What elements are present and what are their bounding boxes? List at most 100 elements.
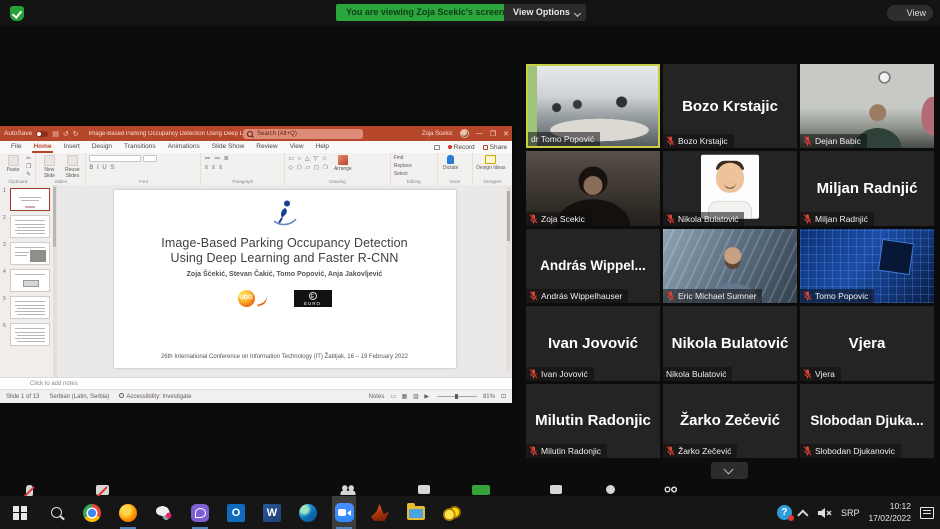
action-center-icon[interactable] xyxy=(920,507,934,519)
ppt-tab-review[interactable]: Review xyxy=(250,141,283,153)
find-button[interactable]: Find xyxy=(394,155,412,161)
autosave-toggle[interactable] xyxy=(36,131,48,137)
taskbar-outlook-icon[interactable]: O xyxy=(224,496,248,529)
undo-icon[interactable]: ↺ xyxy=(63,130,69,138)
reactions-icon[interactable] xyxy=(606,485,615,494)
security-shield-icon[interactable] xyxy=(10,6,24,21)
share-screen-icon[interactable] xyxy=(472,485,490,495)
slide-1-title-slide[interactable]: Image-Based Parking Occupancy Detection … xyxy=(114,190,456,368)
new-slide-button[interactable]: New Slide xyxy=(39,155,59,179)
chat-icon[interactable] xyxy=(418,485,430,494)
copy-icon[interactable]: ❐ xyxy=(26,163,32,170)
taskbar-matlab-icon[interactable] xyxy=(368,496,392,529)
gallery-next-page-button[interactable] xyxy=(711,462,748,479)
muted-speaker-icon[interactable] xyxy=(818,507,832,519)
ppt-tab-animations[interactable]: Animations xyxy=(162,141,206,153)
thumbnail-preview[interactable] xyxy=(10,323,50,346)
slide-thumbnail[interactable]: 1 xyxy=(3,188,54,211)
participant-tile[interactable]: Žarko ZečevićŽarko Zečević xyxy=(663,384,797,459)
ppt-tab-insert[interactable]: Insert xyxy=(58,141,86,153)
clock[interactable]: 10:12 17/02/2022 xyxy=(868,501,911,524)
paste-button[interactable]: Paste xyxy=(3,155,23,173)
zoom-slider[interactable] xyxy=(437,396,477,397)
account-name[interactable]: Zoja Scekic xyxy=(422,131,453,137)
participant-tile[interactable]: VjeraVjera xyxy=(800,306,934,381)
slide-thumbnail[interactable]: 4 xyxy=(3,269,54,292)
participant-tile[interactable]: Milutin RadonjicMilutin Radonjic xyxy=(526,384,660,459)
participant-tile[interactable]: dr Tomo Popović xyxy=(526,64,660,148)
reuse-slides-button[interactable]: Reuse Slides xyxy=(62,155,82,179)
thumbnail-preview[interactable] xyxy=(10,269,50,292)
save-icon[interactable]: ▤ xyxy=(52,130,59,138)
thumbnail-scrollbar[interactable] xyxy=(53,185,56,377)
taskbar-coins-icon[interactable] xyxy=(440,496,464,529)
participants-icon[interactable] xyxy=(340,485,356,495)
font-style-buttons[interactable]: B I U S xyxy=(89,165,157,171)
notes-toggle-button[interactable]: Notes xyxy=(369,394,385,400)
minimize-button[interactable]: — xyxy=(476,130,483,137)
arrange-button[interactable]: Arrange xyxy=(332,155,354,172)
record-icon[interactable] xyxy=(550,485,562,494)
slide-thumbnail[interactable]: 6 xyxy=(3,323,54,346)
ppt-tab-transitions[interactable]: Transitions xyxy=(118,141,162,153)
comments-icon[interactable] xyxy=(434,145,440,150)
participant-tile[interactable]: Bozo KrstajicBozo Krstajic xyxy=(663,64,797,148)
participant-tile[interactable]: Slobodan Djuka...Slobodan Djukanovic xyxy=(800,384,934,459)
redo-icon[interactable]: ↻ xyxy=(73,130,79,138)
view-options-button[interactable]: View Options xyxy=(504,4,586,21)
taskbar-satellite-icon[interactable] xyxy=(152,496,176,529)
ppt-tab-home[interactable]: Home xyxy=(27,141,57,153)
taskbar-search-icon[interactable] xyxy=(44,496,68,529)
slide-thumbnail[interactable]: 5 xyxy=(3,296,54,319)
dictate-button[interactable]: Dictate xyxy=(441,155,461,171)
font-name-box[interactable] xyxy=(89,155,141,162)
select-button[interactable]: Select xyxy=(394,171,412,177)
slide-scrollbar[interactable] xyxy=(506,187,511,371)
participant-tile[interactable]: Tomo Popovic xyxy=(800,229,934,304)
language-indicator[interactable]: Serbian (Latin, Serbia) xyxy=(49,394,109,400)
replace-button[interactable]: Replace xyxy=(394,163,412,169)
list-buttons[interactable]: ≔ ≕ ≣ xyxy=(204,155,229,162)
ppt-tab-view[interactable]: View xyxy=(284,141,310,153)
taskbar-start-icon[interactable] xyxy=(8,496,32,529)
design-ideas-button[interactable]: Design Ideas xyxy=(476,155,506,171)
hidden-icons-chevron[interactable] xyxy=(797,509,808,520)
ppt-tab-help[interactable]: Help xyxy=(310,141,335,153)
accessibility-status[interactable]: Accessibility: Investigate xyxy=(119,393,191,400)
mute-icon[interactable] xyxy=(26,485,33,496)
taskbar-edge-icon[interactable] xyxy=(296,496,320,529)
participant-tile[interactable]: Eric Michael Sumner xyxy=(663,229,797,304)
notes-pane[interactable]: Click to add notes xyxy=(0,377,512,389)
account-avatar[interactable] xyxy=(460,129,469,138)
ppt-tab-file[interactable]: File xyxy=(5,141,27,153)
participant-tile[interactable]: Dejan Babic xyxy=(800,64,934,148)
zoom-percent[interactable]: 81% xyxy=(483,394,495,400)
restore-button[interactable]: ❐ xyxy=(490,130,496,138)
record-button[interactable]: Record xyxy=(448,144,475,151)
participant-tile[interactable]: Zoja Scekic xyxy=(526,151,660,226)
view-button[interactable]: View xyxy=(887,5,933,21)
participant-tile[interactable]: Nikola Bulatović xyxy=(663,151,797,226)
ppt-tab-design[interactable]: Design xyxy=(86,141,118,153)
participant-tile[interactable]: András Wippel...András Wippelhauser xyxy=(526,229,660,304)
share-button[interactable]: Share xyxy=(483,144,507,151)
language-indicator-taskbar[interactable]: SRP xyxy=(841,508,860,518)
participant-tile[interactable]: Miljan RadnjićMiljan Radnjić xyxy=(800,151,934,226)
taskbar-word-icon[interactable]: W xyxy=(260,496,284,529)
slide-thumbnail[interactable]: 3 xyxy=(3,242,54,265)
thumbnail-preview[interactable] xyxy=(10,296,50,319)
thumbnail-preview[interactable] xyxy=(10,188,50,211)
participant-tile[interactable]: Nikola BulatovićNikola Bulatović xyxy=(663,306,797,381)
taskbar-firefox-icon[interactable] xyxy=(116,496,140,529)
taskbar-chrome-icon[interactable] xyxy=(80,496,104,529)
stop-video-icon[interactable] xyxy=(96,485,109,495)
close-button[interactable]: ✕ xyxy=(503,130,509,138)
slide-thumbnail[interactable]: 2 xyxy=(3,215,54,238)
fit-slide-icon[interactable]: ⊡ xyxy=(501,393,506,400)
thumbnail-preview[interactable] xyxy=(10,215,50,238)
font-size-box[interactable] xyxy=(143,155,157,162)
ppt-tab-slide-show[interactable]: Slide Show xyxy=(206,141,251,153)
taskbar-zoomapp-icon[interactable] xyxy=(332,496,356,529)
help-tray-icon[interactable]: ? xyxy=(777,505,792,520)
shapes-buttons-2[interactable]: ◇ ⬠ ▱ ◻ ❍ xyxy=(288,164,328,171)
